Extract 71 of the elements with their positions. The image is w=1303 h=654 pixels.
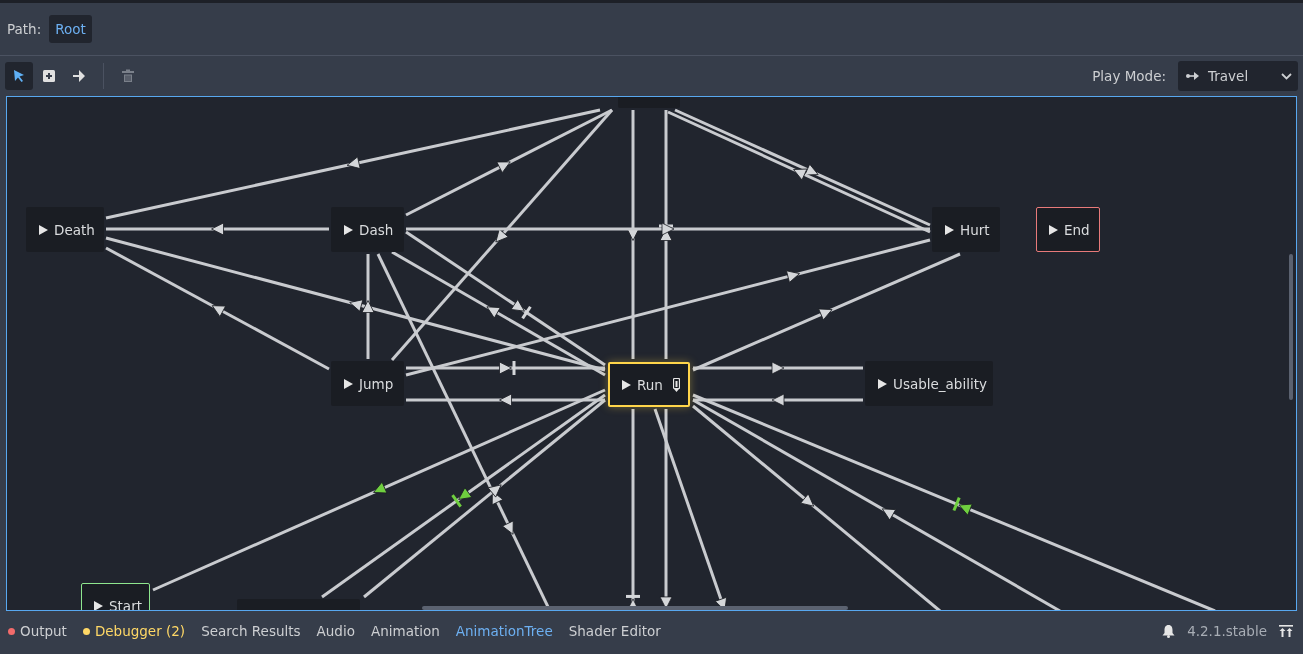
state-name: Start <box>109 597 142 610</box>
state-machine-canvas[interactable]: Death Dash Hurt End Jump Run Usable_ability Start <box>6 96 1297 611</box>
transition-arrow[interactable] <box>406 361 605 375</box>
transition-arrow[interactable] <box>692 398 1061 610</box>
play-icon <box>39 224 48 235</box>
transition-arrow[interactable] <box>659 110 673 359</box>
play-mode-label: Play Mode: <box>1092 68 1166 84</box>
state-name: Jump <box>359 375 394 392</box>
trash-icon <box>121 69 135 83</box>
state-node[interactable]: Run <box>608 362 690 407</box>
bottom-panel-tab[interactable]: Audio <box>316 623 355 639</box>
bell-icon[interactable] <box>1162 624 1176 638</box>
transition-arrow[interactable] <box>391 250 606 377</box>
transition-arrow[interactable] <box>361 254 375 359</box>
version-label: 4.2.1.stable <box>1187 623 1267 639</box>
transition-arrow[interactable] <box>693 361 863 375</box>
play-icon <box>945 224 954 235</box>
state-node[interactable]: Hurt <box>932 207 1000 252</box>
select-tool-button[interactable] <box>5 62 33 90</box>
play-icon <box>94 600 103 610</box>
add-icon <box>42 69 56 83</box>
state-node[interactable]: Death <box>26 207 104 252</box>
state-name: Run <box>637 376 663 393</box>
bottom-panel-tab[interactable]: Debugger (2) <box>82 623 186 639</box>
bottom-panel-tab[interactable]: Search Results <box>201 623 301 639</box>
bottom-panel-tab[interactable]: AnimationTree <box>455 623 553 639</box>
transition-arrow[interactable] <box>406 222 930 236</box>
horizontal-scrollbar[interactable] <box>422 606 848 610</box>
bottom-panel-tab[interactable]: Animation <box>370 623 440 639</box>
state-name: Hurt <box>960 221 990 238</box>
transition-arrow[interactable] <box>105 108 601 220</box>
path-label: Path: <box>7 21 42 37</box>
play-icon <box>878 378 887 389</box>
transition-arrow[interactable] <box>106 222 329 236</box>
edit-icon[interactable] <box>672 377 680 392</box>
travel-icon <box>1186 72 1200 80</box>
expand-panel-icon[interactable] <box>1279 625 1293 637</box>
transition-arrow[interactable] <box>405 108 613 217</box>
transition-arrow[interactable] <box>105 236 606 372</box>
play-icon <box>622 379 631 390</box>
transition-arrow[interactable] <box>406 393 605 407</box>
transition-arrow[interactable] <box>692 404 941 610</box>
state-node[interactable]: Jump <box>331 361 404 406</box>
bottom-panel-tab[interactable]: Shader Editor <box>568 623 661 639</box>
state-node[interactable]: End <box>1036 207 1100 252</box>
arrow-icon <box>72 69 86 83</box>
state-name: Usable_ability <box>893 375 987 392</box>
vertical-scrollbar[interactable] <box>1289 254 1293 400</box>
bottom-panel-tab[interactable]: Output <box>8 623 67 639</box>
transition-arrow[interactable] <box>363 398 606 599</box>
transition-arrow[interactable] <box>626 110 640 359</box>
transition-arrow[interactable] <box>405 238 931 377</box>
transition-arrow[interactable] <box>692 393 1216 610</box>
state-name: Death <box>54 221 95 238</box>
transition-arrow[interactable] <box>692 252 961 372</box>
chevron-down-icon <box>1281 72 1292 80</box>
play-icon <box>344 378 353 389</box>
play-mode-dropdown[interactable]: Travel <box>1178 61 1298 91</box>
state-name: End <box>1064 221 1090 238</box>
state-node[interactable]: Dash <box>331 207 404 252</box>
transition-arrow[interactable] <box>405 230 606 367</box>
state-name: Dash <box>359 221 394 238</box>
state-node[interactable]: Usable_ability <box>865 361 993 406</box>
transition-arrow[interactable] <box>105 246 330 371</box>
play-icon <box>1049 224 1058 235</box>
play-icon <box>344 224 353 235</box>
state-node[interactable]: Start <box>81 583 150 610</box>
transition-arrow[interactable] <box>321 393 606 599</box>
pointer-icon <box>12 69 26 83</box>
path-crumb[interactable]: Root <box>49 15 92 43</box>
transition-arrow[interactable] <box>693 393 863 407</box>
